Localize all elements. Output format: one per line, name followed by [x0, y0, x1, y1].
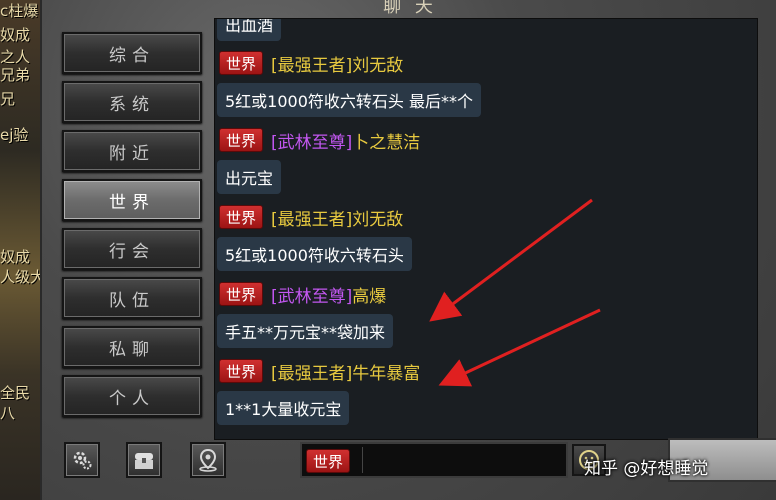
- tab-6[interactable]: 私聊: [62, 326, 202, 368]
- window-title: 聊 天: [383, 0, 437, 17]
- tab-1[interactable]: 系统: [62, 81, 202, 123]
- message-header: 世界 [最强王者] 刘无敌: [219, 47, 403, 79]
- tab-0[interactable]: 综合: [62, 32, 202, 74]
- message-header: 世界 [武林至尊] 高爆: [219, 278, 386, 310]
- background-text-fragment: ej验: [0, 126, 29, 144]
- channel-badge: 世界: [219, 51, 264, 75]
- player-name[interactable]: 牛年暴富: [352, 359, 420, 384]
- background-text-fragment: 兄弟: [0, 66, 31, 84]
- channel-badge: 世界: [219, 282, 264, 306]
- background-text-fragment: 兄: [0, 90, 16, 108]
- chat-input-field[interactable]: [362, 447, 562, 473]
- player-title[interactable]: [最强王者]: [271, 205, 352, 230]
- settings-button[interactable]: [64, 442, 100, 478]
- background-text-fragment: c柱爆: [0, 2, 39, 20]
- background-text-fragment: 全民: [0, 384, 31, 402]
- chat-input-box[interactable]: 世界: [300, 442, 568, 478]
- channel-badge: 世界: [219, 359, 264, 383]
- channel-badge: 世界: [219, 128, 264, 152]
- chest-button[interactable]: [126, 442, 162, 478]
- message-bubble: 手五**万元宝**袋加来: [217, 314, 394, 348]
- message-bubble: 出元宝: [217, 160, 282, 194]
- chat-window: 聊 天 综合 系统 附近 世界 行会 队伍 私聊 个人 出血酒 世界 [最强王者] 刘无敌 5红或1…: [40, 0, 776, 500]
- background-text-fragment: 之人: [0, 48, 31, 66]
- player-name[interactable]: 高爆: [352, 282, 386, 307]
- background-text-fragment: 八: [0, 404, 16, 422]
- background-text-fragment: 奴成: [0, 248, 31, 266]
- player-title[interactable]: [武林至尊]: [271, 282, 352, 307]
- game-background-left: c柱爆 奴成 之人 兄弟兄 ej验 奴成 人级大 全民八: [0, 0, 45, 500]
- message-bubble: 1**1大量收元宝: [217, 391, 350, 425]
- message-bubble: 5红或1000符收六转石头 最后**个: [217, 83, 481, 117]
- channel-badge: 世界: [219, 205, 264, 229]
- player-name[interactable]: 刘无敌: [352, 51, 403, 76]
- tab-4[interactable]: 行会: [62, 228, 202, 270]
- tab-7[interactable]: 个人: [62, 375, 202, 417]
- message-header: 世界 [最强王者] 牛年暴富: [219, 355, 420, 387]
- chat-message-area[interactable]: 出血酒 世界 [最强王者] 刘无敌 5红或1000符收六转石头 最后**个 世界 [武林至…: [214, 18, 758, 440]
- partial-message: 出血酒: [217, 19, 282, 41]
- tab-2[interactable]: 附近: [62, 130, 202, 172]
- player-title[interactable]: [最强王者]: [271, 359, 352, 384]
- gear-icon: [73, 451, 92, 470]
- watermark-text: 知乎 @好想睡觉: [584, 459, 709, 479]
- location-button[interactable]: [190, 442, 226, 478]
- watermark: 知乎 @好想睡觉: [584, 454, 708, 479]
- background-text-fragment: 奴成: [0, 26, 31, 44]
- background-text-fragment: 人级大: [0, 268, 46, 286]
- tab-3[interactable]: 世界: [62, 179, 202, 221]
- player-name[interactable]: 卜之慧洁: [352, 128, 420, 153]
- player-name[interactable]: 刘无敌: [352, 205, 403, 230]
- message-header: 世界 [武林至尊] 卜之慧洁: [219, 124, 420, 156]
- tab-5[interactable]: 队伍: [62, 277, 202, 319]
- location-pin-icon: [199, 448, 217, 472]
- message-header: 世界 [最强王者] 刘无敌: [219, 201, 403, 233]
- chest-icon: [135, 453, 153, 469]
- player-title[interactable]: [最强王者]: [271, 51, 352, 76]
- message-bubble: 5红或1000符收六转石头: [217, 237, 412, 271]
- player-title[interactable]: [武林至尊]: [271, 128, 352, 153]
- input-channel-badge[interactable]: 世界: [306, 449, 351, 473]
